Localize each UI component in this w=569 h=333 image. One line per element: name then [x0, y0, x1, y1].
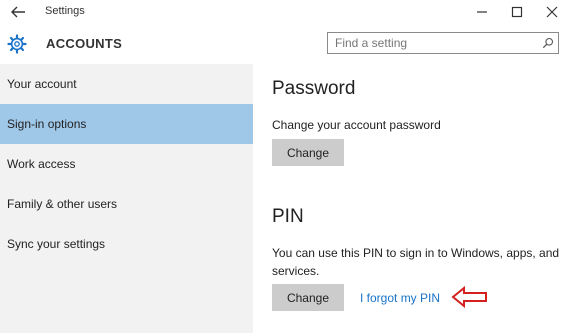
- maximize-icon[interactable]: [507, 3, 527, 21]
- accounts-header: ACCOUNTS: [0, 24, 569, 64]
- sidebar-item-sign-in-options[interactable]: Sign-in options: [0, 104, 253, 144]
- annotation-arrow-icon: [451, 286, 487, 308]
- sidebar-item-label: Family & other users: [7, 197, 118, 211]
- password-section-title: Password: [272, 78, 356, 99]
- change-pin-button[interactable]: Change: [272, 284, 344, 311]
- sidebar-item-work-access[interactable]: Work access: [0, 144, 253, 184]
- change-password-button[interactable]: Change: [272, 139, 344, 166]
- sidebar: Your account Sign-in options Work access…: [0, 64, 253, 333]
- search-box[interactable]: [327, 32, 559, 54]
- password-description: Change your account password: [272, 118, 441, 132]
- close-icon[interactable]: [542, 3, 562, 21]
- minimize-icon[interactable]: [472, 3, 492, 21]
- sidebar-item-your-account[interactable]: Your account: [0, 64, 253, 104]
- pin-section-title: PIN: [272, 206, 304, 227]
- sidebar-item-label: Work access: [7, 157, 76, 171]
- search-input[interactable]: [328, 33, 533, 53]
- pin-description: You can use this PIN to sign in to Windo…: [272, 246, 560, 278]
- content-pane: Password Change your account password Ch…: [253, 64, 569, 333]
- sidebar-item-family-other-users[interactable]: Family & other users: [0, 184, 253, 224]
- page-title: ACCOUNTS: [46, 36, 123, 51]
- back-arrow-icon[interactable]: [8, 3, 28, 21]
- gear-icon: [7, 34, 27, 54]
- search-icon[interactable]: [542, 37, 554, 49]
- sidebar-item-label: Sync your settings: [7, 237, 106, 251]
- window-title: Settings: [45, 5, 85, 17]
- sidebar-item-label: Your account: [7, 77, 77, 91]
- title-bar: Settings: [0, 0, 569, 24]
- sidebar-item-label: Sign-in options: [7, 117, 87, 131]
- sidebar-item-sync-settings[interactable]: Sync your settings: [0, 224, 253, 264]
- forgot-pin-link[interactable]: I forgot my PIN: [360, 291, 440, 305]
